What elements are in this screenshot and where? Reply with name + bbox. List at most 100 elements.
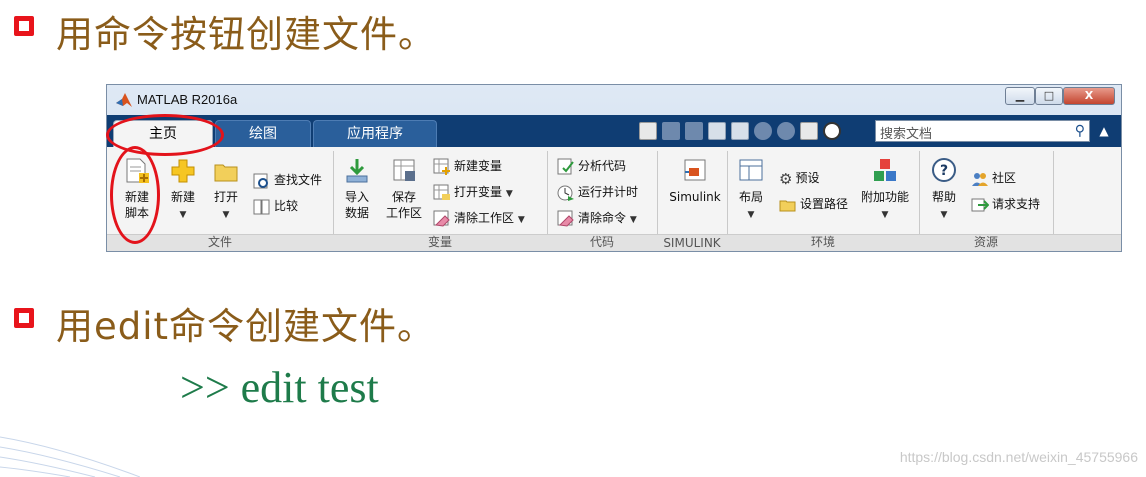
open-dropdown-arrow-icon[interactable]: ▼ — [223, 210, 230, 220]
help-dropdown-arrow-icon[interactable]: ▼ — [941, 210, 948, 220]
community-label: 社区 — [992, 171, 1017, 185]
help-label: 帮助 — [931, 190, 956, 204]
background-swoosh-decoration — [0, 436, 140, 477]
slide-heading-2: 用edit命令创建文件。 — [56, 305, 436, 348]
simulink-icon — [684, 159, 706, 181]
clear-commands-dropdown-icon[interactable]: ▼ — [630, 215, 637, 225]
open-button[interactable]: 打开 ▼ — [207, 157, 245, 223]
open-variable-label: 打开变量 — [454, 185, 503, 199]
edit-command-text: >> edit test — [180, 363, 379, 412]
bullet-icon — [14, 308, 34, 328]
new-variable-label: 新建变量 — [454, 159, 503, 173]
open-label: 打开 — [213, 190, 238, 204]
window-title: MATLAB R2016a — [137, 92, 238, 107]
tab-apps[interactable]: 应用程序 — [313, 120, 437, 147]
run-and-time-icon — [557, 185, 574, 201]
preferences-button[interactable]: ⚙ 预设 — [779, 169, 819, 188]
group-label-resources: 资源 — [973, 235, 998, 249]
layout-button[interactable]: 布局 ▼ — [733, 157, 769, 223]
clear-workspace-label: 清除工作区 — [454, 211, 515, 225]
window-titlebar: MATLAB R2016a ▁ □ X — [107, 85, 1121, 115]
group-divider — [1053, 151, 1054, 247]
open-variable-button[interactable]: 打开变量 ▼ — [433, 183, 513, 202]
collapse-ribbon-icon[interactable]: ▲ — [1095, 121, 1113, 141]
maximize-button[interactable]: □ — [1035, 87, 1063, 105]
save-workspace-icon — [393, 159, 415, 181]
paste-icon[interactable] — [731, 122, 749, 140]
new-variable-icon — [433, 158, 450, 175]
save-workspace-button[interactable]: 保存 工作区 — [381, 157, 427, 221]
import-data-button[interactable]: 导入 数据 — [339, 157, 375, 221]
search-icon[interactable]: ⚲ — [1075, 123, 1085, 139]
analyze-code-icon — [557, 158, 574, 174]
set-path-label: 设置路径 — [800, 197, 849, 211]
compare-button[interactable]: 比较 — [253, 197, 298, 216]
simulink-label: Simulink — [669, 190, 721, 204]
new-button[interactable]: 新建 ▼ — [163, 157, 203, 223]
new-variable-button[interactable]: 新建变量 — [433, 157, 502, 176]
add-ons-label: 附加功能 — [860, 190, 909, 204]
copy-icon[interactable] — [708, 122, 726, 140]
ribbon-tab-bar: 主页 绘图 应用程序 搜索文档 ⚲ ▲ — [107, 115, 1121, 147]
search-documentation-input[interactable]: 搜索文档 ⚲ — [875, 120, 1090, 142]
help-icon[interactable] — [823, 122, 841, 140]
group-label-simulink: SIMULINK — [663, 236, 721, 250]
tab-plots[interactable]: 绘图 — [215, 120, 311, 147]
help-question-icon: ? — [932, 158, 956, 182]
matlab-window: MATLAB R2016a ▁ □ X 主页 绘图 应用程序 搜索文档 ⚲ ▲ — [106, 84, 1122, 252]
add-ons-dropdown-arrow-icon[interactable]: ▼ — [882, 210, 889, 220]
set-path-button[interactable]: 设置路径 — [779, 195, 848, 214]
ribbon-panel: 新建 脚本 新建 ▼ 打开 ▼ 查找文件 比较 导入 数据 保存 工作区 新建变… — [107, 147, 1121, 251]
group-label-environment: 环境 — [810, 235, 835, 249]
search-placeholder: 搜索文档 — [880, 127, 933, 142]
quick-access-new-icon[interactable] — [639, 122, 657, 140]
cut-icon[interactable] — [685, 122, 703, 140]
compare-label: 比较 — [274, 199, 299, 213]
community-button[interactable]: 社区 — [971, 169, 1016, 188]
open-folder-icon — [214, 164, 238, 182]
analyze-code-label: 分析代码 — [578, 159, 627, 173]
clear-commands-button[interactable]: 清除命令 ▼ — [557, 209, 637, 228]
request-support-button[interactable]: 请求支持 — [971, 195, 1040, 214]
clear-workspace-dropdown-icon[interactable]: ▼ — [518, 215, 525, 225]
layout-icon — [739, 159, 763, 181]
import-data-icon — [346, 159, 368, 183]
group-label-code: 代码 — [589, 235, 614, 249]
community-people-icon — [972, 172, 988, 186]
annotation-circle-new-script — [110, 146, 160, 244]
add-ons-cubes-icon — [874, 159, 896, 181]
matlab-logo-icon — [116, 93, 132, 107]
clear-workspace-icon — [433, 210, 450, 227]
open-variable-icon — [433, 184, 450, 200]
switch-windows-icon[interactable] — [800, 122, 818, 140]
clear-commands-icon — [557, 210, 574, 227]
find-files-button[interactable]: 查找文件 — [253, 171, 322, 190]
slide-heading-1: 用命令按钮创建文件。 — [56, 13, 436, 56]
compare-icon — [253, 199, 270, 214]
new-dropdown-arrow-icon[interactable]: ▼ — [180, 210, 187, 220]
find-files-label: 查找文件 — [274, 173, 323, 187]
clear-workspace-button[interactable]: 清除工作区 ▼ — [433, 209, 525, 228]
redo-icon[interactable] — [777, 122, 795, 140]
find-files-icon — [253, 173, 268, 188]
save-workspace-label: 保存 工作区 — [385, 190, 422, 220]
help-button[interactable]: ? 帮助 ▼ — [925, 157, 963, 223]
add-ons-button[interactable]: 附加功能 ▼ — [859, 157, 911, 223]
import-data-label: 导入 数据 — [344, 190, 369, 220]
open-variable-dropdown-icon[interactable]: ▼ — [506, 189, 513, 199]
group-label-row: 文件 变量 代码 SIMULINK 环境 资源 — [107, 234, 1121, 251]
simulink-button[interactable]: Simulink — [663, 157, 727, 205]
layout-dropdown-arrow-icon[interactable]: ▼ — [748, 210, 755, 220]
analyze-code-button[interactable]: 分析代码 — [557, 157, 626, 176]
svg-text:?: ? — [940, 163, 948, 179]
gear-icon: ⚙ — [779, 169, 793, 188]
group-label-variable: 变量 — [427, 235, 452, 249]
run-and-time-button[interactable]: 运行并计时 — [557, 183, 638, 202]
save-icon[interactable] — [662, 122, 680, 140]
close-button[interactable]: X — [1063, 87, 1115, 105]
minimize-button[interactable]: ▁ — [1005, 87, 1035, 105]
bullet-icon — [14, 16, 34, 36]
new-plus-icon — [171, 159, 195, 183]
clear-commands-label: 清除命令 — [578, 211, 627, 225]
undo-icon[interactable] — [754, 122, 772, 140]
